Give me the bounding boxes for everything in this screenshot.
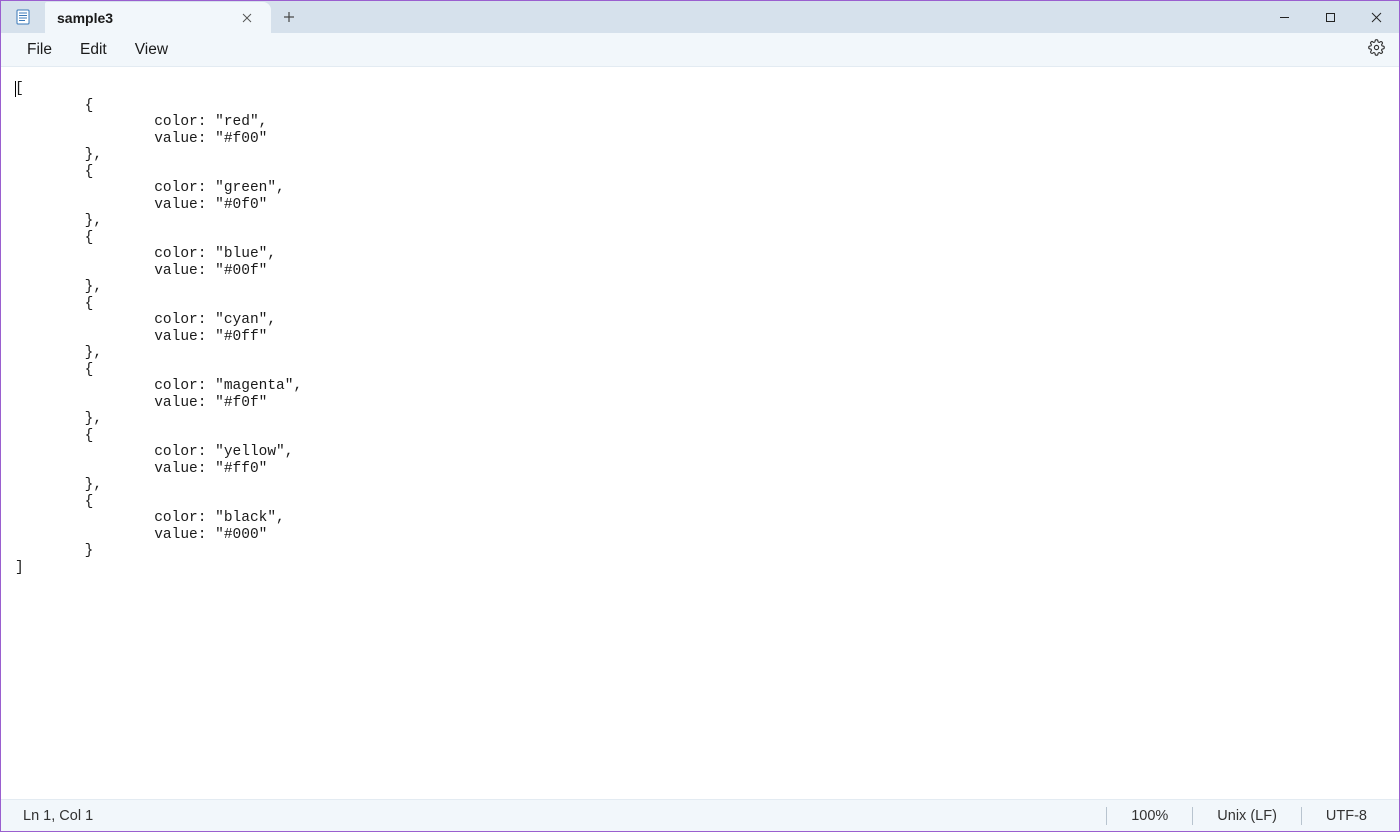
status-zoom[interactable]: 100% — [1107, 808, 1192, 824]
statusbar: Ln 1, Col 1 100% Unix (LF) UTF-8 — [1, 799, 1399, 831]
app-icon — [1, 1, 45, 33]
titlebar: sample3 — [1, 1, 1399, 33]
maximize-button[interactable] — [1307, 1, 1353, 33]
new-tab-button[interactable] — [271, 1, 307, 33]
editor-content[interactable]: [ { color: "red", value: "#f00" }, { col… — [15, 81, 1385, 576]
minimize-button[interactable] — [1261, 1, 1307, 33]
app-window: sample3 File Edit View — [0, 0, 1400, 832]
menu-view[interactable]: View — [121, 37, 182, 63]
status-position[interactable]: Ln 1, Col 1 — [9, 808, 93, 824]
settings-button[interactable] — [1361, 35, 1391, 65]
editor-area[interactable]: [ { color: "red", value: "#f00" }, { col… — [1, 67, 1399, 799]
menu-file[interactable]: File — [13, 37, 66, 63]
close-tab-icon[interactable] — [235, 6, 259, 30]
status-encoding[interactable]: UTF-8 — [1302, 808, 1391, 824]
close-window-button[interactable] — [1353, 1, 1399, 33]
menu-edit[interactable]: Edit — [66, 37, 121, 63]
status-line-ending[interactable]: Unix (LF) — [1193, 808, 1301, 824]
text-cursor — [15, 81, 16, 97]
tab-title: sample3 — [57, 10, 235, 26]
window-controls — [1261, 1, 1399, 33]
tab-active[interactable]: sample3 — [45, 2, 271, 34]
menubar: File Edit View — [1, 33, 1399, 67]
gear-icon — [1368, 39, 1385, 61]
